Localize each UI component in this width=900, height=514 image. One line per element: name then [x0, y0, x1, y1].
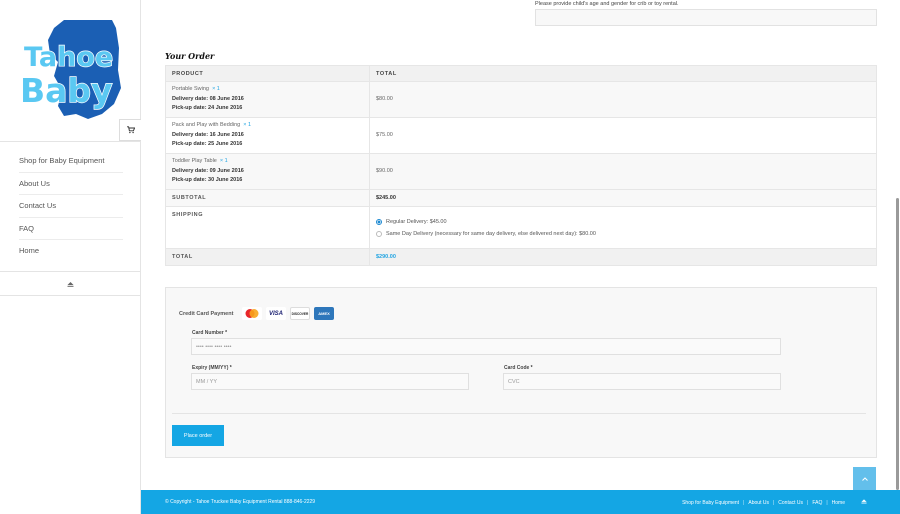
- subtotal-value: $245.00: [369, 189, 877, 207]
- card-code-input[interactable]: CVC: [503, 373, 781, 390]
- subtotal-row: SUBTOTAL $245.00: [165, 189, 877, 207]
- table-row: Toddler Play Table × 1 Delivery date: 09…: [165, 153, 877, 190]
- sidebar-toggle-button[interactable]: [62, 279, 78, 289]
- page: Tahoe Baby Shop for Baby Equipment About…: [0, 0, 900, 514]
- logo-text-line2: Baby: [20, 71, 113, 110]
- delivery-date: Delivery date: 09 June 2016: [172, 167, 244, 174]
- card-code-label: Card Code *: [504, 365, 533, 371]
- total-label: TOTAL: [172, 254, 193, 260]
- product-name: Portable Swing: [172, 86, 209, 93]
- expiry-label: Expiry (MM/YY) *: [192, 365, 232, 371]
- sidebar: Tahoe Baby Shop for Baby Equipment About…: [0, 0, 141, 514]
- table-row: Portable Swing × 1 Delivery date: 08 Jun…: [165, 81, 877, 118]
- order-review-table: PRODUCT TOTAL Portable Swing × 1 Deliver…: [165, 65, 877, 266]
- delivery-date: Delivery date: 08 June 2016: [172, 95, 244, 102]
- pickup-date: Pick-up date: 30 June 2016: [172, 177, 243, 184]
- footer-link-contact[interactable]: Contact Us: [778, 500, 803, 506]
- footer-nav: Shop for Baby Equipment | About Us | Con…: [678, 499, 871, 506]
- checkout-main: Please provide child's age and gender fo…: [141, 0, 900, 514]
- footer-separator: |: [772, 499, 775, 506]
- product-quantity: × 1: [212, 86, 220, 93]
- shipping-option-regular[interactable]: Regular Delivery: $45.00: [376, 216, 870, 228]
- payment-method-label[interactable]: Credit Card Payment: [179, 311, 233, 317]
- product-cell: Pack and Play with Bedding × 1 Delivery …: [165, 117, 370, 154]
- shopping-cart-icon: [126, 126, 135, 134]
- logo-text-line1: Tahoe: [24, 42, 113, 73]
- header-product: PRODUCT: [165, 65, 370, 82]
- footer: © Copyright - Tahoe Truckee Baby Equipme…: [141, 490, 900, 514]
- shipping-options: Regular Delivery: $45.00 Same Day Delive…: [369, 206, 877, 249]
- order-notes-field[interactable]: [535, 9, 877, 26]
- credit-card-form: Credit Card Payment VISA DISCOVER AMEX C…: [172, 294, 866, 414]
- cart-button[interactable]: [119, 119, 141, 141]
- shipping-row: SHIPPING Regular Delivery: $45.00 Same D…: [165, 206, 877, 249]
- expiry-input[interactable]: MM / YY: [191, 373, 469, 390]
- shipping-radio-regular[interactable]: [376, 218, 382, 225]
- tahoe-baby-logo[interactable]: Tahoe Baby: [18, 18, 124, 122]
- total-row: TOTAL $290.00: [165, 248, 877, 266]
- scroll-to-top-button[interactable]: [853, 467, 876, 490]
- footer-menu-toggle[interactable]: [861, 499, 867, 506]
- card-logos: VISA DISCOVER AMEX: [242, 307, 334, 320]
- shipping-option-same-day[interactable]: Same Day Delivery (necessary for same da…: [376, 228, 870, 240]
- sidebar-item-contact[interactable]: Contact Us: [19, 195, 123, 218]
- product-quantity: × 1: [243, 122, 252, 129]
- place-order-button[interactable]: Place order: [172, 425, 224, 446]
- sidebar-nav: Shop for Baby Equipment About Us Contact…: [19, 150, 123, 263]
- footer-link-faq[interactable]: FAQ: [812, 500, 822, 506]
- payment-section: Credit Card Payment VISA DISCOVER AMEX C…: [165, 287, 877, 458]
- sidebar-divider: [0, 271, 141, 272]
- header-total: TOTAL: [369, 65, 877, 82]
- mastercard-icon: [242, 307, 262, 320]
- sidebar-divider: [0, 295, 141, 296]
- eject-icon: [67, 281, 73, 287]
- product-cell: Toddler Play Table × 1 Delivery date: 09…: [165, 153, 370, 190]
- logo-image: Tahoe Baby: [19, 20, 121, 119]
- line-total: $90.00: [369, 153, 877, 190]
- pickup-date: Pick-up date: 24 June 2016: [172, 105, 243, 112]
- discover-icon: DISCOVER: [290, 307, 310, 320]
- line-total: $80.00: [369, 81, 877, 118]
- card-number-input[interactable]: •••• •••• •••• ••••: [191, 338, 781, 355]
- shipping-label: SHIPPING: [172, 212, 204, 218]
- table-row: Pack and Play with Bedding × 1 Delivery …: [165, 117, 877, 154]
- sidebar-item-home[interactable]: Home: [19, 240, 123, 263]
- product-quantity: × 1: [219, 158, 228, 165]
- pickup-date: Pick-up date: 25 June 2016: [172, 141, 243, 148]
- sidebar-item-shop[interactable]: Shop for Baby Equipment: [19, 150, 123, 173]
- footer-link-shop[interactable]: Shop for Baby Equipment: [682, 500, 739, 506]
- line-total: $75.00: [369, 117, 877, 154]
- table-header-row: PRODUCT TOTAL: [165, 65, 877, 82]
- footer-separator: |: [743, 499, 745, 506]
- page-scrollbar[interactable]: [896, 198, 899, 490]
- product-name: Toddler Play Table: [172, 158, 217, 165]
- card-number-label: Card Number *: [192, 330, 228, 336]
- delivery-date: Delivery date: 16 June 2016: [172, 131, 244, 138]
- copyright-text: © Copyright - Tahoe Truckee Baby Equipme…: [165, 499, 316, 505]
- shipping-option-label: Regular Delivery: $45.00: [386, 218, 447, 225]
- eject-icon: [861, 499, 867, 504]
- sidebar-divider: [0, 141, 141, 142]
- footer-separator: |: [826, 499, 828, 506]
- order-notes-label: Please provide child's age and gender fo…: [535, 1, 679, 7]
- product-name: Pack and Play with Bedding: [172, 122, 241, 129]
- visa-icon: VISA: [266, 307, 286, 320]
- footer-link-home[interactable]: Home: [832, 500, 845, 506]
- chevron-up-icon: [861, 476, 868, 481]
- sidebar-item-about[interactable]: About Us: [19, 173, 123, 195]
- amex-icon: AMEX: [314, 307, 334, 320]
- footer-link-about[interactable]: About Us: [748, 500, 769, 506]
- shipping-option-label: Same Day Delivery (necessary for same da…: [386, 230, 596, 237]
- sidebar-item-faq[interactable]: FAQ: [19, 218, 123, 240]
- order-title: Your Order: [165, 51, 215, 61]
- footer-separator: |: [807, 499, 809, 506]
- product-cell: Portable Swing × 1 Delivery date: 08 Jun…: [165, 81, 370, 118]
- total-value: $290.00: [369, 248, 877, 266]
- subtotal-label: SUBTOTAL: [172, 195, 207, 201]
- shipping-radio-same-day[interactable]: [376, 230, 382, 237]
